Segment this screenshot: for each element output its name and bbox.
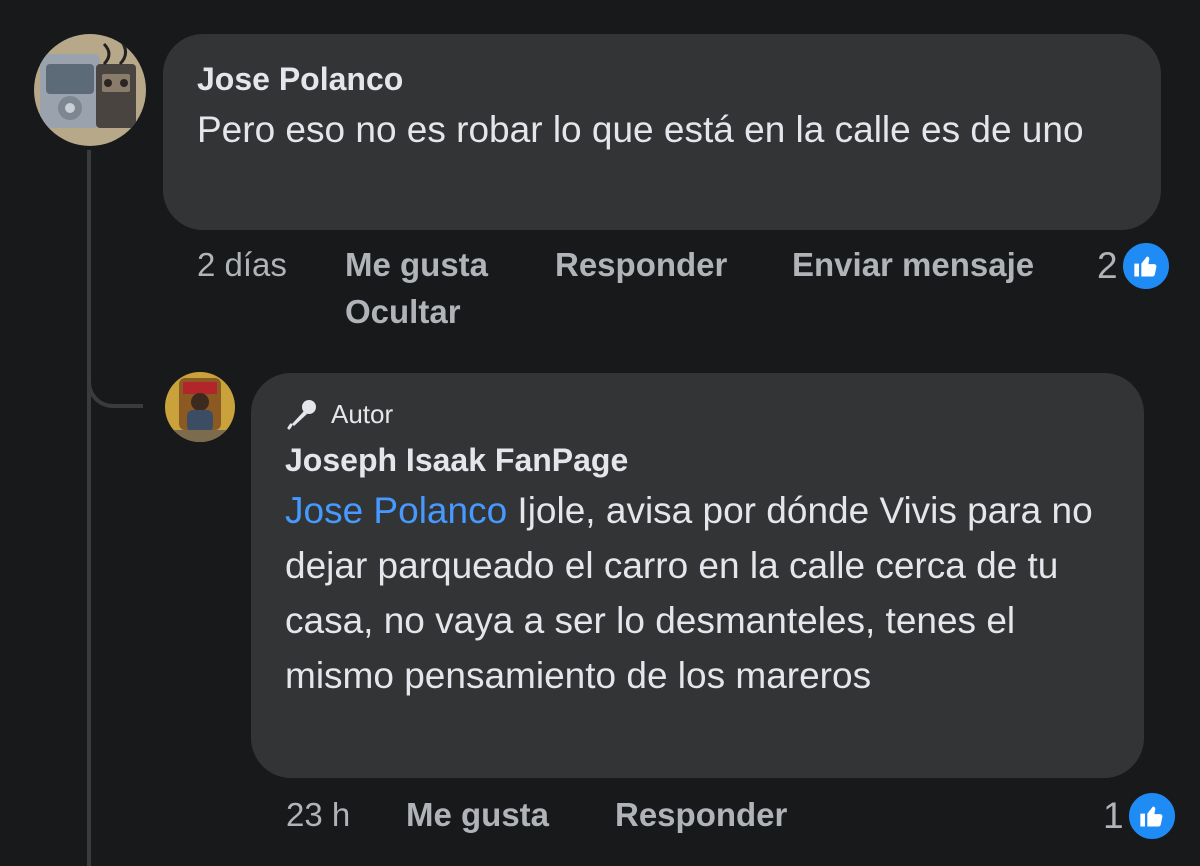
thumbs-up-icon [1119, 240, 1172, 292]
reaction-summary[interactable]: 2 [1097, 240, 1172, 292]
comment-actions: 2 días Me gusta Responder Enviar mensaje [197, 242, 1034, 288]
reaction-summary[interactable]: 1 [1103, 790, 1178, 842]
comment-author[interactable]: Joseph Isaak FanPage [285, 441, 1110, 479]
comment-bubble: Jose Polanco Pero eso no es robar lo que… [163, 34, 1161, 230]
reaction-count: 2 [1097, 245, 1118, 286]
reply-bubble: Autor Joseph Isaak FanPage Jose Polanco … [251, 373, 1144, 778]
avatar[interactable] [165, 372, 235, 442]
thumbs-up-icon [1125, 790, 1178, 842]
comment-timestamp[interactable]: 23 h [286, 792, 406, 838]
comment-timestamp[interactable]: 2 días [197, 242, 345, 288]
send-message-button[interactable]: Enviar mensaje [792, 242, 1034, 288]
hide-button[interactable]: Ocultar [345, 289, 461, 335]
comment-text: Jose Polanco Ijole, avisa por dónde Vivi… [285, 483, 1110, 703]
reaction-count: 1 [1103, 795, 1124, 836]
like-button[interactable]: Me gusta [345, 242, 555, 288]
thread-line [87, 150, 91, 866]
cassette-walkman-avatar [34, 34, 146, 146]
avatar[interactable] [34, 34, 146, 146]
reply-connector [87, 340, 143, 408]
comment-text: Pero eso no es robar lo que está en la c… [197, 109, 1084, 150]
author-badge: Autor [285, 396, 1110, 432]
author-badge-label: Autor [331, 398, 394, 429]
microphone-icon [285, 396, 321, 432]
person-on-throne-avatar [165, 372, 235, 442]
like-button[interactable]: Me gusta [406, 792, 615, 838]
comment-thread: Jose Polanco Pero eso no es robar lo que… [0, 0, 1200, 866]
reply-button[interactable]: Responder [615, 792, 787, 838]
comment-author[interactable]: Jose Polanco [197, 60, 1127, 98]
mention-link[interactable]: Jose Polanco [285, 490, 507, 531]
reply-button[interactable]: Responder [555, 242, 792, 288]
comment-actions: 23 h Me gusta Responder [286, 792, 787, 838]
